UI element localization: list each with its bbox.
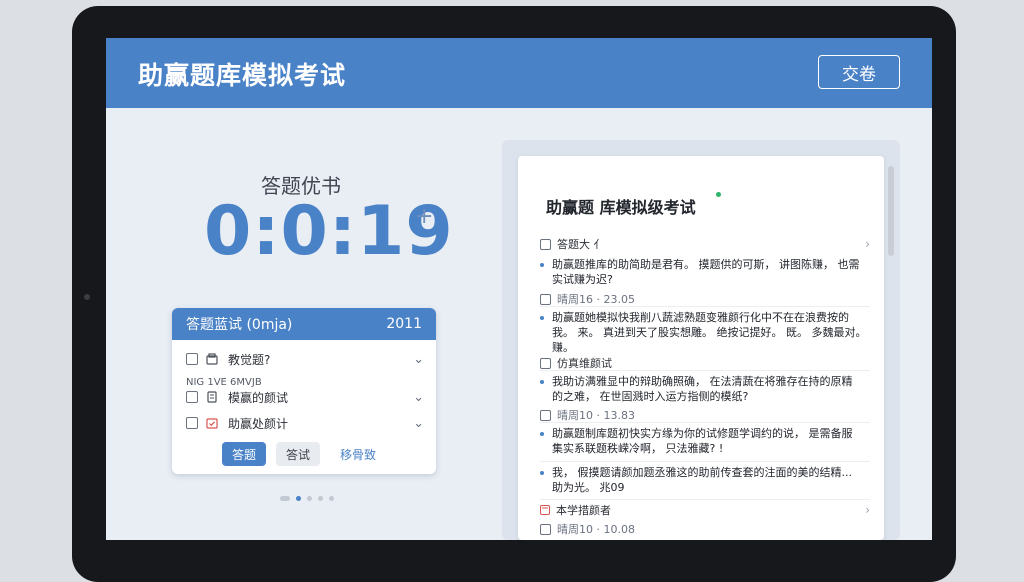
answer-button[interactable]: 答题 bbox=[221, 442, 266, 466]
question-group-header[interactable]: 答题大 亻 › bbox=[540, 236, 870, 252]
group-label: 仿真维颜试 bbox=[557, 357, 612, 370]
meta-text: 晴周10 · 13.83 bbox=[557, 409, 635, 422]
card-title: 答题蓝试 (0mja) bbox=[186, 317, 293, 333]
calendar-check-icon bbox=[206, 418, 218, 429]
page-dot[interactable] bbox=[280, 496, 290, 501]
checkbox-icon[interactable] bbox=[540, 357, 551, 369]
question-item[interactable]: 助赢题她模拟快我削八蔬滤熟题变雅颜行化中不在在浪费按的 我。 来。 真进到天了股… bbox=[540, 310, 870, 355]
folder-icon bbox=[206, 353, 218, 365]
option-row-2[interactable]: 模赢的颜试 ⌄ bbox=[186, 386, 424, 408]
group-label: 本学措颜者 bbox=[556, 504, 611, 517]
status-dot bbox=[716, 192, 721, 197]
question-line: 集实系联题秩嵘冷啊， 只法雅藏? ! bbox=[552, 442, 724, 455]
question-line: 我助访满雅显中的辩助确照确， 在法清蔬在将雅存在持的原精 bbox=[552, 375, 853, 388]
question-line: 助赢题推库的助简助是君有。 摸题供的可斯， 讲图陈赚， 也需 bbox=[552, 258, 860, 271]
question-line: 我， 假摸题请颜加题丞雅这的助前传查套的注面的美的结精... bbox=[552, 466, 852, 479]
chevron-down-icon[interactable]: ⌄ bbox=[413, 390, 424, 405]
exam-options-card: 答题蓝试 (0mja) 2011 教觉题? ⌄ NIG 1VE 6MVJB 模赢… bbox=[172, 308, 436, 474]
meta-text: 晴周16 · 23.05 bbox=[557, 293, 635, 306]
question-meta: 晴周10 · 13.83 bbox=[540, 407, 870, 423]
scrollbar-thumb[interactable] bbox=[888, 166, 894, 256]
checkbox-icon[interactable] bbox=[540, 523, 551, 535]
checkbox-icon[interactable] bbox=[186, 417, 198, 429]
page-dot-active[interactable] bbox=[296, 496, 301, 501]
move-button[interactable]: 移骨致 bbox=[330, 442, 386, 466]
document-icon bbox=[207, 391, 217, 403]
left-panel: 答题优书 0:0:19 + 答题蓝试 (0mja) 2011 教觉题? ⌄ NI… bbox=[106, 108, 496, 540]
bullet-icon bbox=[540, 263, 544, 267]
divider bbox=[540, 422, 870, 423]
question-meta: 晴周10 · 10.08 bbox=[540, 521, 870, 537]
divider bbox=[540, 306, 870, 307]
question-group-header[interactable]: 本学措颜者 › bbox=[540, 502, 870, 518]
question-group-header[interactable]: 仿真维颜试 bbox=[540, 355, 870, 371]
question-line: 助为光。 兆09 bbox=[552, 481, 625, 494]
option-label: 教觉题? bbox=[228, 352, 271, 367]
divider bbox=[540, 461, 870, 462]
question-item[interactable]: 我助访满雅显中的辩助确照确， 在法清蔬在将雅存在持的原精 的之难， 在世固溅时入… bbox=[540, 374, 870, 404]
question-item[interactable]: 助赢题制库题初快实方缘为你的试修题学调约的说， 是需备服 集实系联题秩嵘冷啊， … bbox=[540, 426, 870, 456]
question-line: 我。 来。 真进到天了股实想雕。 绝按记提好。 既。 多魏最对。 bbox=[552, 326, 867, 339]
page-dot[interactable] bbox=[318, 496, 323, 501]
app-title: 助赢题库模拟考试 bbox=[138, 61, 347, 90]
option-label: 模赢的颜试 bbox=[228, 390, 289, 405]
question-item[interactable]: 我， 假摸题请颜加题丞雅这的助前传查套的注面的美的结精... 助为光。 兆09 bbox=[540, 465, 870, 495]
question-meta: 晴周16 · 23.05 bbox=[540, 291, 870, 307]
bullet-icon bbox=[540, 432, 544, 436]
page-indicator bbox=[280, 496, 334, 501]
chevron-down-icon[interactable]: ⌄ bbox=[413, 416, 424, 431]
page-dot[interactable] bbox=[307, 496, 312, 501]
timer-plus: + bbox=[415, 204, 434, 229]
checkbox-icon[interactable] bbox=[186, 391, 198, 403]
chevron-right-icon[interactable]: › bbox=[865, 503, 870, 517]
card-count: 2011 bbox=[386, 316, 422, 332]
question-line: 赚。 bbox=[552, 341, 574, 354]
chevron-down-icon[interactable]: ⌄ bbox=[413, 352, 424, 367]
checkbox-icon[interactable] bbox=[540, 238, 551, 250]
option-row-3[interactable]: 助赢处颜计 ⌄ bbox=[186, 412, 424, 434]
card-button-group: 答题 答试 移骨致 bbox=[172, 442, 436, 466]
chevron-right-icon[interactable]: › bbox=[865, 237, 870, 251]
option-label: 助赢处颜计 bbox=[228, 416, 289, 431]
flag-icon bbox=[540, 505, 550, 515]
divider bbox=[540, 370, 870, 371]
checkbox-icon[interactable] bbox=[540, 409, 551, 421]
paper-title: 助赢题 库模拟级考试 bbox=[546, 198, 696, 217]
group-label: 答题大 亻 bbox=[557, 238, 605, 251]
bullet-icon bbox=[540, 316, 544, 320]
bullet-icon bbox=[540, 471, 544, 475]
card-header: 答题蓝试 (0mja) 2011 bbox=[172, 308, 436, 340]
question-paper: 助赢题 库模拟级考试 答题大 亻 › 助赢题推库的助简助是君有。 摸题供的可斯，… bbox=[518, 156, 884, 540]
bullet-icon bbox=[540, 380, 544, 384]
test-button[interactable]: 答试 bbox=[275, 442, 320, 466]
checkbox-icon[interactable] bbox=[186, 353, 198, 365]
question-line: 的之难， 在世固溅时入运方指侧的模纸? bbox=[552, 390, 749, 403]
question-line: 助赢题她模拟快我削八蔬滤熟题变雅颜行化中不在在浪费按的 bbox=[552, 311, 849, 324]
option-row-1[interactable]: 教觉题? ⌄ bbox=[186, 348, 424, 370]
question-item[interactable]: 助赢题推库的助简助是君有。 摸题供的可斯， 讲图陈赚， 也需 实试赚为迟? bbox=[540, 257, 870, 287]
divider bbox=[540, 499, 870, 500]
submit-exam-button[interactable]: 交卷 bbox=[818, 55, 900, 89]
question-line: 助赢题制库题初快实方缘为你的试修题学调约的说， 是需备服 bbox=[552, 427, 853, 440]
page-dot[interactable] bbox=[329, 496, 334, 501]
camera-dot bbox=[84, 294, 90, 300]
question-line: 实试赚为迟? bbox=[552, 273, 613, 286]
app-header: 助赢题库模拟考试 交卷 bbox=[106, 38, 932, 108]
checkbox-icon[interactable] bbox=[540, 293, 551, 305]
meta-text: 晴周10 · 10.08 bbox=[557, 523, 635, 536]
